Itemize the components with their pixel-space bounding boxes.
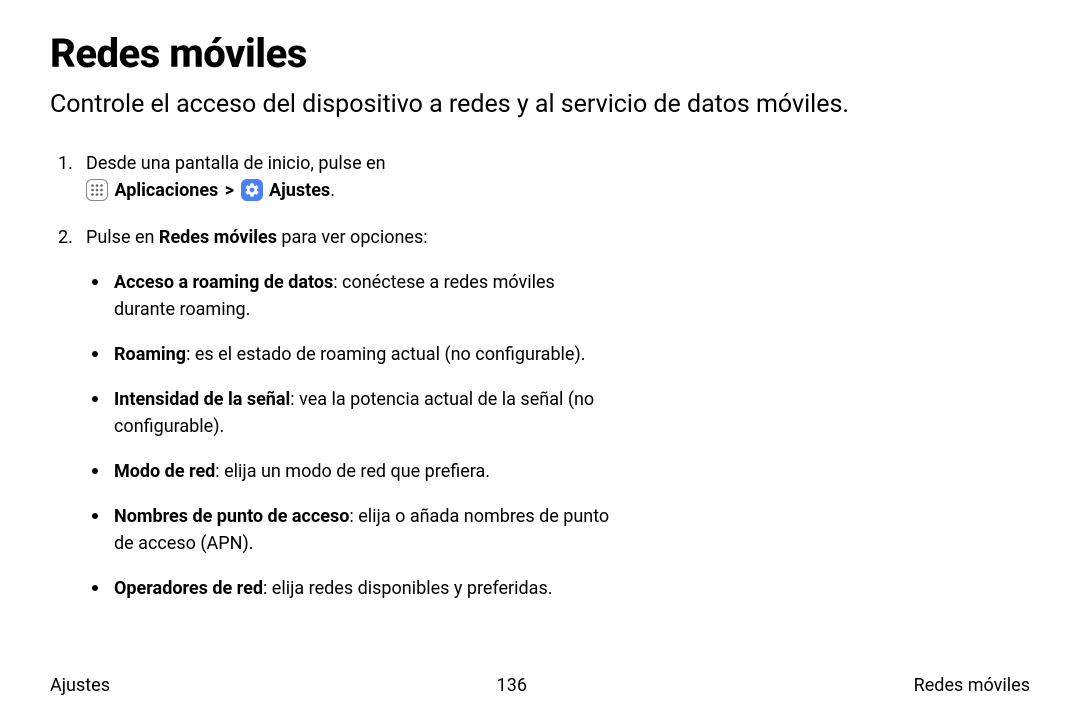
option-text: : es el estado de roaming actual (no con… xyxy=(186,344,585,365)
chevron-right-icon: > xyxy=(225,180,234,201)
gear-icon xyxy=(241,179,263,201)
step-1-period: . xyxy=(330,180,335,201)
settings-label: Ajustes xyxy=(269,180,330,201)
option-text: : elija redes disponibles y preferidas. xyxy=(263,578,553,599)
option-bold: Roaming xyxy=(114,344,186,365)
step-2-prefix: Pulse en xyxy=(86,227,159,248)
step-2-bold: Redes móviles xyxy=(159,227,277,248)
list-item: Acceso a roaming de datos: conéctese a r… xyxy=(86,269,610,323)
footer-right: Redes móviles xyxy=(914,675,1030,696)
step-2-suffix: para ver opciones: xyxy=(277,227,428,248)
step-1: Desde una pantalla de inicio, pulse en A… xyxy=(50,150,610,204)
step-1-prefix: Desde una pantalla de inicio, pulse en xyxy=(86,153,386,174)
step-2: Pulse en Redes móviles para ver opciones… xyxy=(50,224,610,602)
apps-label: Aplicaciones xyxy=(114,180,218,201)
list-item: Roaming: es el estado de roaming actual … xyxy=(86,341,610,368)
apps-icon xyxy=(86,179,108,201)
list-item: Intensidad de la señal: vea la potencia … xyxy=(86,386,610,440)
list-item: Operadores de red: elija redes disponibl… xyxy=(86,575,610,602)
option-bold: Nombres de punto de acceso xyxy=(114,506,349,527)
option-bold: Intensidad de la señal xyxy=(114,389,290,410)
steps-list: Desde una pantalla de inicio, pulse en A… xyxy=(50,150,610,602)
option-text: : elija un modo de red que prefiera. xyxy=(215,461,490,482)
option-bold: Modo de red xyxy=(114,461,215,482)
page-title: Redes móviles xyxy=(50,30,1030,77)
options-list: Acceso a roaming de datos: conéctese a r… xyxy=(86,269,610,602)
footer-page-number: 136 xyxy=(497,675,527,696)
list-item: Modo de red: elija un modo de red que pr… xyxy=(86,458,610,485)
list-item: Nombres de punto de acceso: elija o añad… xyxy=(86,503,610,557)
footer-left: Ajustes xyxy=(50,675,110,696)
option-bold: Operadores de red xyxy=(114,578,263,599)
page-footer: Ajustes 136 Redes móviles xyxy=(50,675,1030,696)
option-bold: Acceso a roaming de datos xyxy=(114,272,333,293)
page-subtitle: Controle el acceso del dispositivo a red… xyxy=(50,89,1030,122)
